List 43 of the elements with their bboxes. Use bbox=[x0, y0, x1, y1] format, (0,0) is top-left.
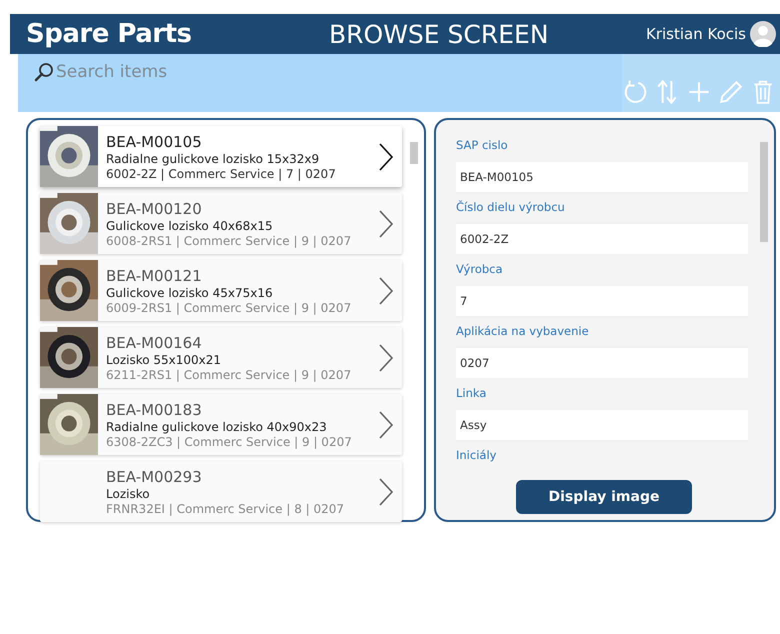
screen-title: BROWSE SCREEN bbox=[328, 20, 550, 48]
chevron-icon[interactable] bbox=[378, 142, 394, 172]
field-value[interactable]: 6002-2Z bbox=[456, 224, 748, 254]
item-code: BEA-M00105 bbox=[106, 132, 203, 150]
item-name: Radialne gulickove lozisko 15x32x9 bbox=[106, 152, 320, 166]
field-label: Číslo dielu výrobcu bbox=[456, 199, 566, 216]
item-name: Gulickove lozisko 45x75x16 bbox=[106, 286, 274, 300]
item-code: BEA-M00121 bbox=[106, 266, 203, 284]
item-code: BEA-M00164 bbox=[106, 334, 203, 352]
list-item[interactable]: BEA-M00164 Lozisko 55x100x21 6211-2RS1 | Commerc Service | 9 | 0207 bbox=[40, 327, 402, 388]
item-code: BEA-M00183 bbox=[106, 400, 203, 418]
item-name: Lozisko 55x100x21 bbox=[106, 352, 222, 366]
list-item[interactable]: BEA-M00183 Radialne gulickove lozisko 40x90x23 6308-2ZC3 | Commerc Service | 9 | 0207 bbox=[40, 394, 402, 455]
list-item[interactable]: BEA-M00293 Lozisko FRNR32EI | Commerc Service | 8 | 0207 bbox=[40, 461, 402, 522]
item-details: 6211-2RS1 | Commerc Service | 9 | 0207 bbox=[106, 368, 352, 382]
field-value[interactable]: 7 bbox=[456, 286, 748, 316]
field-label: Aplikácia na vybavenie bbox=[456, 323, 590, 340]
list-item[interactable]: BEA-M00120 Gulickove lozisko 40x68x15 6008-2RS1 | Commerc Service | 9 | 0207 bbox=[40, 193, 402, 254]
field-value[interactable]: BEA-M00105 bbox=[456, 162, 748, 192]
search-field[interactable]: Search items bbox=[56, 62, 256, 82]
item-details: FRNR32EI | Commerc Service | 8 | 0207 bbox=[106, 502, 346, 516]
list-item[interactable]: BEA-M00121 Gulickove lozisko 45x75x16 6009-2RS1 | Commerc Service | 9 | 0207 bbox=[40, 260, 402, 321]
search-icon bbox=[34, 62, 54, 82]
item-details: 6308-2ZC3 | Commerc Service | 9 | 0207 bbox=[106, 434, 353, 448]
item-code: BEA-M00293 bbox=[106, 468, 203, 486]
app-title: Spare Parts bbox=[26, 19, 192, 49]
list-item[interactable]: BEA-M00105 Radialne gulickove lozisko 15x32x9 6002-2Z | Commerc Service | 7 | 0207 bbox=[40, 126, 402, 187]
field-value[interactable]: Assy bbox=[456, 410, 748, 440]
field-label: SAP cislo bbox=[456, 137, 509, 154]
avatar-icon[interactable] bbox=[750, 21, 776, 47]
user-name: Kristian Kocis bbox=[646, 25, 746, 43]
item-name: Gulickove lozisko 40x68x15 bbox=[106, 218, 274, 232]
item-details: 6002-2Z | Commerc Service | 7 | 0207 bbox=[106, 166, 337, 180]
field-label: Linka bbox=[456, 385, 488, 402]
field-value[interactable]: 0207 bbox=[456, 348, 748, 378]
item-name: Lozisko bbox=[106, 486, 151, 500]
item-details: 6009-2RS1 | Commerc Service | 9 | 0207 bbox=[106, 300, 352, 314]
item-code: BEA-M00120 bbox=[106, 200, 203, 218]
field-label: Výrobca bbox=[456, 261, 504, 278]
display-image-button[interactable]: Display image bbox=[516, 480, 692, 514]
item-name: Radialne gulickove lozisko 40x90x23 bbox=[106, 420, 328, 434]
item-details: 6008-2RS1 | Commerc Service | 9 | 0207 bbox=[106, 234, 352, 248]
field-label: Iniciály bbox=[456, 447, 498, 464]
